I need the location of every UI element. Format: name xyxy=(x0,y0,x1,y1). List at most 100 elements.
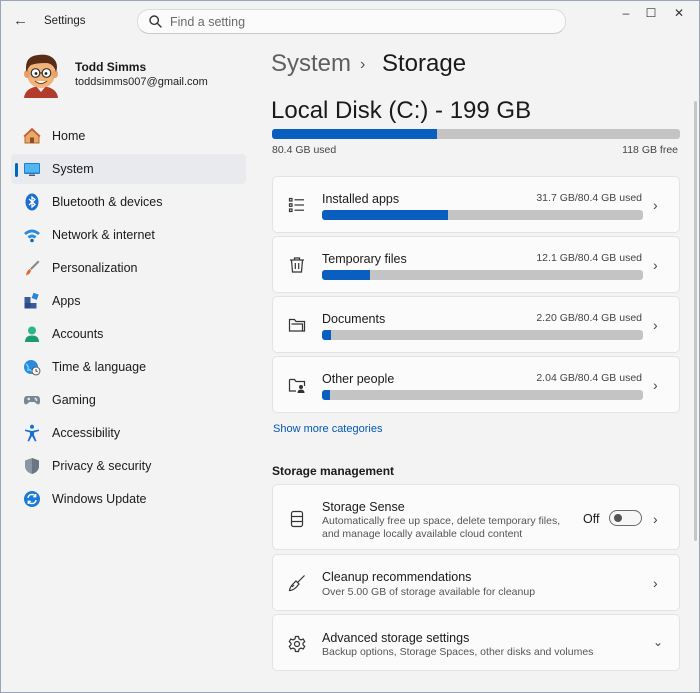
broom-icon xyxy=(288,575,305,592)
sidebar-item-label: Bluetooth & devices xyxy=(52,195,163,209)
advanced-storage-settings-card[interactable]: Advanced storage settings Backup options… xyxy=(272,614,680,671)
search-icon xyxy=(149,15,162,28)
sidebar-item-privacy-security[interactable]: Privacy & security xyxy=(11,451,246,481)
sidebar-item-label: Windows Update xyxy=(52,492,147,506)
category-name: Other people xyxy=(322,372,395,386)
sidebar-item-gaming[interactable]: Gaming xyxy=(11,385,246,415)
close-button[interactable]: ✕ xyxy=(667,5,691,21)
shield-icon xyxy=(25,458,39,474)
category-usage-bar xyxy=(322,270,643,280)
category-usage-fill xyxy=(322,330,331,340)
trash-icon xyxy=(290,257,304,273)
disk-title: Local Disk (C:) - 199 GB xyxy=(271,97,532,124)
storage-sense-description-2: and manage locally available cloud conte… xyxy=(322,528,523,540)
maximize-button[interactable]: ☐ xyxy=(639,5,663,21)
sidebar-item-accounts[interactable]: Accounts xyxy=(11,319,246,349)
globe-clock-icon xyxy=(24,360,41,376)
sidebar-item-label: Personalization xyxy=(52,261,138,275)
apps-icon xyxy=(24,292,39,309)
chevron-right-icon: › xyxy=(653,377,658,393)
sidebar-item-home[interactable]: Home xyxy=(11,121,246,151)
breadcrumb-separator: › xyxy=(360,56,366,73)
search-input[interactable] xyxy=(170,13,550,31)
storage-drive-icon xyxy=(290,510,304,528)
toggle-knob xyxy=(614,514,622,522)
refresh-icon xyxy=(24,491,40,507)
cleanup-recommendations-card[interactable]: Cleanup recommendations Over 5.00 GB of … xyxy=(272,554,680,611)
sidebar-item-system[interactable]: System xyxy=(11,154,246,184)
minimize-button[interactable]: – xyxy=(614,5,638,21)
advanced-storage-settings-title: Advanced storage settings xyxy=(322,631,470,645)
home-icon xyxy=(23,127,41,144)
chevron-right-icon: › xyxy=(653,257,658,273)
category-installed-apps[interactable]: Installed apps 31.7 GB/80.4 GB used › xyxy=(272,176,680,233)
sidebar-item-label: Accessibility xyxy=(52,426,121,440)
storage-sense-description: Automatically free up space, delete temp… xyxy=(322,515,561,527)
category-usage-fill xyxy=(322,390,331,400)
chevron-right-icon: › xyxy=(653,575,658,591)
category-usage: 31.7 GB/80.4 GB used xyxy=(536,192,642,204)
sidebar-item-bluetooth[interactable]: Bluetooth & devices xyxy=(11,187,246,217)
paintbrush-icon xyxy=(26,260,40,276)
disk-usage-fill xyxy=(272,129,437,139)
title-bar: ← Settings – ☐ ✕ xyxy=(1,1,699,41)
sidebar-item-label: Privacy & security xyxy=(52,459,152,473)
folder-icon xyxy=(288,318,306,332)
category-usage-fill xyxy=(322,210,449,220)
chevron-right-icon: › xyxy=(653,511,658,527)
search-box[interactable] xyxy=(137,9,566,34)
sidebar-item-label: Accounts xyxy=(52,327,104,341)
category-usage-bar xyxy=(322,390,643,400)
storage-management-heading: Storage management xyxy=(272,464,395,478)
sidebar-item-personalization[interactable]: Personalization xyxy=(11,253,246,283)
selection-indicator xyxy=(15,163,18,177)
user-email: toddsimms007@gmail.com xyxy=(75,76,208,88)
category-usage-bar xyxy=(322,210,643,220)
gamepad-icon xyxy=(23,396,41,405)
category-temporary-files[interactable]: Temporary files 12.1 GB/80.4 GB used › xyxy=(272,236,680,293)
people-folder-icon xyxy=(288,378,306,393)
disk-used-label: 80.4 GB used xyxy=(272,144,337,156)
vertical-scrollbar[interactable] xyxy=(694,101,697,541)
user-name: Todd Simms xyxy=(75,60,147,74)
sidebar-item-label: System xyxy=(52,162,94,176)
chevron-down-icon: ⌄ xyxy=(653,635,664,649)
category-documents[interactable]: Documents 2.20 GB/80.4 GB used › xyxy=(272,296,680,353)
sidebar-item-apps[interactable]: Apps xyxy=(11,286,246,316)
list-icon xyxy=(288,197,304,213)
category-name: Installed apps xyxy=(322,192,400,206)
sidebar-item-label: Network & internet xyxy=(52,228,155,242)
sidebar-item-label: Time & language xyxy=(52,360,147,374)
app-title: Settings xyxy=(44,15,86,27)
category-usage: 2.04 GB/80.4 GB used xyxy=(536,372,642,384)
disk-usage-bar xyxy=(272,129,680,139)
person-icon xyxy=(25,326,39,342)
category-usage: 12.1 GB/80.4 GB used xyxy=(536,252,642,264)
sidebar-item-label: Apps xyxy=(52,294,81,308)
cleanup-recommendations-description: Over 5.00 GB of storage available for cl… xyxy=(322,586,536,598)
chevron-right-icon: › xyxy=(653,197,658,213)
storage-sense-toggle[interactable] xyxy=(609,510,642,526)
back-button[interactable]: ← xyxy=(13,13,31,29)
category-other-people[interactable]: Other people 2.04 GB/80.4 GB used › xyxy=(272,356,680,413)
chevron-right-icon: › xyxy=(653,317,658,333)
avatar xyxy=(24,54,58,98)
storage-sense-toggle-label: Off xyxy=(583,512,600,526)
sidebar-item-accessibility[interactable]: Accessibility xyxy=(11,418,246,448)
bluetooth-icon xyxy=(25,193,39,211)
category-name: Temporary files xyxy=(322,252,407,266)
breadcrumb-parent[interactable]: System xyxy=(271,50,351,78)
sidebar-item-time-language[interactable]: Time & language xyxy=(11,352,246,382)
gear-icon xyxy=(288,635,306,653)
category-name: Documents xyxy=(322,312,386,326)
category-usage-fill xyxy=(322,270,371,280)
sidebar-item-network[interactable]: Network & internet xyxy=(11,220,246,250)
disk-free-label: 118 GB free xyxy=(622,144,678,156)
page-title: Storage xyxy=(382,50,467,77)
sidebar-item-windows-update[interactable]: Windows Update xyxy=(11,484,246,514)
cleanup-recommendations-title: Cleanup recommendations xyxy=(322,570,472,584)
show-more-categories-link[interactable]: Show more categories xyxy=(273,423,382,435)
advanced-storage-settings-description: Backup options, Storage Spaces, other di… xyxy=(322,646,594,658)
settings-window: ← Settings – ☐ ✕ Todd Simms xyxy=(0,0,700,693)
wifi-icon xyxy=(24,229,40,243)
